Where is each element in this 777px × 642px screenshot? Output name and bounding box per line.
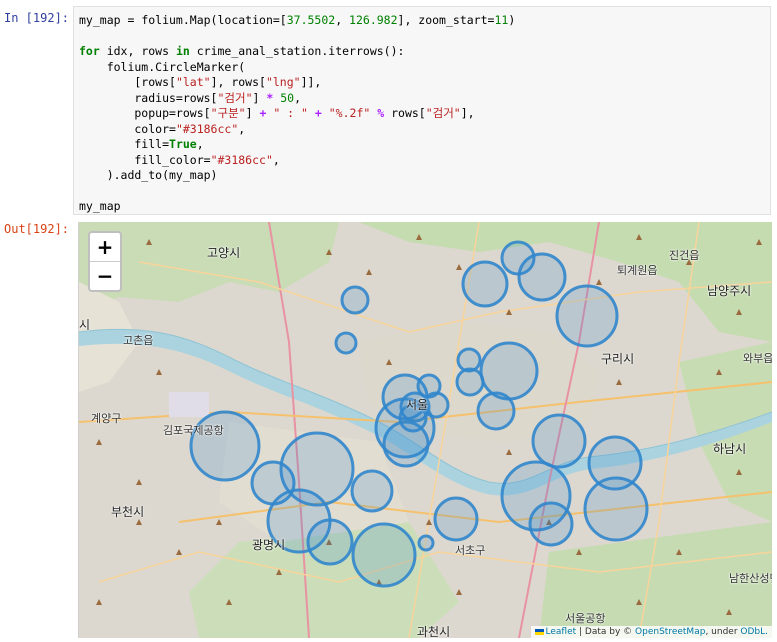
circle-marker[interactable] [476,391,516,431]
code-token: "구분" [210,106,246,120]
code-token: ]], [300,75,322,89]
code-editor[interactable]: my_map = folium.Map(location=[37.5502, 1… [79,13,515,215]
place-label: 진건읍 [669,249,700,262]
code-token: "검거" [217,90,253,105]
code-token: "#3186cc" [175,121,239,136]
airport-area [169,392,209,417]
place-label: 서울 [406,398,429,412]
circle-marker[interactable] [382,420,430,468]
place-label: 구리시 [601,352,635,366]
place-label: 시 [79,318,91,332]
code-token: 11 [494,13,509,27]
code-token: my_map [79,13,121,27]
circle-marker[interactable] [555,284,619,348]
circle-marker[interactable] [461,260,509,308]
ukraine-flag-icon [534,628,544,635]
code-token: = folium.Map(location=[ [120,13,287,27]
circle-marker[interactable] [417,534,435,552]
circle-marker[interactable] [340,285,370,315]
place-label: 하남시 [713,442,747,456]
code-token: True [169,137,197,151]
code-token: idx, rows [99,44,176,58]
code-token: ) [508,13,516,27]
place-label: 과천시 [417,625,451,638]
zoom-control: + − [88,231,122,292]
code-token: , [238,121,246,136]
output-prompt: Out[192]: [4,222,70,236]
place-label: 고촌읍 [123,334,154,347]
code-token: ], [460,106,475,120]
code-token: fill_color= [79,152,211,167]
code-cell[interactable]: my_map = folium.Map(location=[37.5502, 1… [73,6,771,215]
place-label: 계양구 [91,412,122,425]
place-label: 남양주시 [707,284,752,298]
circle-marker[interactable] [455,367,485,397]
code-token: "#3186cc" [210,152,273,167]
attribution-text: , under [705,627,741,637]
place-label: 광명시 [252,538,286,552]
code-token: rows[ [384,106,426,120]
place-label: 부천시 [111,505,145,519]
code-token: ).add_to(my_map) [79,168,218,182]
code-token: "검거" [425,106,461,120]
code-token: , [272,152,280,167]
place-label: 남한산성면 [729,572,772,585]
code-token: ] [245,106,260,120]
place-label: 와부읍 [743,352,772,365]
osm-link[interactable]: OpenStreetMap [635,627,705,637]
circle-marker[interactable] [334,331,358,355]
input-prompt: In [192]: [4,11,70,25]
code-token: ], rows[ [210,75,266,89]
code-token: "%.2f" [328,106,371,120]
code-token: [rows[ [79,75,176,89]
place-label: 퇴계원읍 [617,264,658,277]
code-token: my_map [79,199,121,213]
code-token: ] [252,90,267,105]
zoom-out-button[interactable]: − [90,261,120,290]
circle-marker[interactable] [306,518,354,566]
code-token: "lat" [175,75,211,89]
code-token: , [294,90,302,105]
place-label: 서울공항 [565,612,606,625]
code-token: popup=rows[ [79,106,211,120]
code-token: 50 [280,90,295,105]
code-token: fill= [79,137,170,151]
circle-marker[interactable] [350,469,394,513]
place-label: 고양시 [207,246,241,260]
code-token: color= [79,121,176,136]
map-attribution: Leaflet | Data by © OpenStreetMap, under… [530,626,772,638]
code-token: , [335,13,350,27]
place-label: 서초구 [455,544,486,557]
circle-marker[interactable] [479,341,539,401]
code-token: "lng" [265,75,301,89]
attribution-text: | Data by © [576,627,636,637]
code-token: " : " [273,106,308,120]
code-token: + [314,106,322,120]
circle-marker[interactable] [531,413,587,469]
code-token: in [175,44,190,58]
leaflet-link[interactable]: Leaflet [546,627,577,637]
zoom-in-button[interactable]: + [90,233,120,261]
code-token: 126.982 [349,13,398,27]
circle-marker[interactable] [517,252,567,302]
circle-marker[interactable] [583,476,649,542]
place-label: 김포국제공항 [163,424,224,437]
circle-marker[interactable] [351,522,417,588]
circle-marker[interactable] [433,496,479,542]
code-token: 37.5502 [286,13,336,27]
folium-map[interactable]: + − 고양시 진건읍 퇴계원읍 남양주시 고촌읍 구리시 와부읍 계양구 김포… [78,222,772,638]
code-token: radius=rows[ [79,90,218,105]
code-token: folium.CircleMarker( [79,59,246,74]
circle-marker[interactable] [528,501,574,547]
code-token: ], zoom_start= [397,13,495,27]
code-token: crime_anal_station.iterrows(): [189,44,405,58]
code-token: , [196,137,204,151]
code-token: for [79,44,100,58]
odbl-link[interactable]: ODbL. [740,627,768,637]
